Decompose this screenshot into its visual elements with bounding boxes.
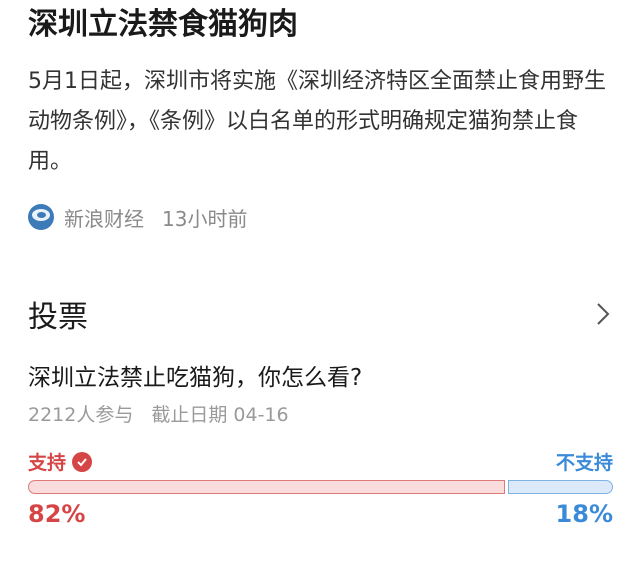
poll-meta: 2212人参与 截止日期 04-16: [28, 400, 289, 427]
poll-section-title: 投票: [28, 300, 88, 335]
poll-participants: 2212人参与: [28, 404, 134, 426]
option-against-label: 不支持: [555, 452, 613, 474]
option-support-button[interactable]: 支持: [28, 448, 93, 475]
chevron-right-icon[interactable]: [593, 299, 613, 329]
article-headline[interactable]: 深圳立法禁食猫狗肉: [28, 6, 298, 44]
check-circle-icon: [72, 451, 93, 472]
against-percent: 18%: [555, 500, 613, 528]
source-time: 13小时前: [162, 206, 248, 231]
poll-header[interactable]: 投票: [28, 292, 613, 336]
support-bar-fill: [28, 480, 506, 494]
article-source: 新浪财经 13小时前: [28, 202, 247, 232]
support-percent: 82%: [28, 500, 86, 528]
option-support-label: 支持: [28, 452, 67, 474]
source-name: 新浪财经: [64, 206, 144, 231]
poll-deadline: 截止日期 04-16: [151, 404, 289, 426]
sina-logo-icon: [28, 204, 54, 230]
against-bar-fill: [508, 480, 613, 494]
poll-result-bar: [28, 480, 613, 494]
poll-question[interactable]: 深圳立法禁止吃猫狗，你怎么看?: [28, 358, 362, 392]
article-summary[interactable]: 5月1日起，深圳市将实施《深圳经济特区全面禁止食用野生动物条例》，《条例》以白名…: [28, 62, 613, 182]
option-against-button[interactable]: 不支持: [556, 448, 613, 475]
